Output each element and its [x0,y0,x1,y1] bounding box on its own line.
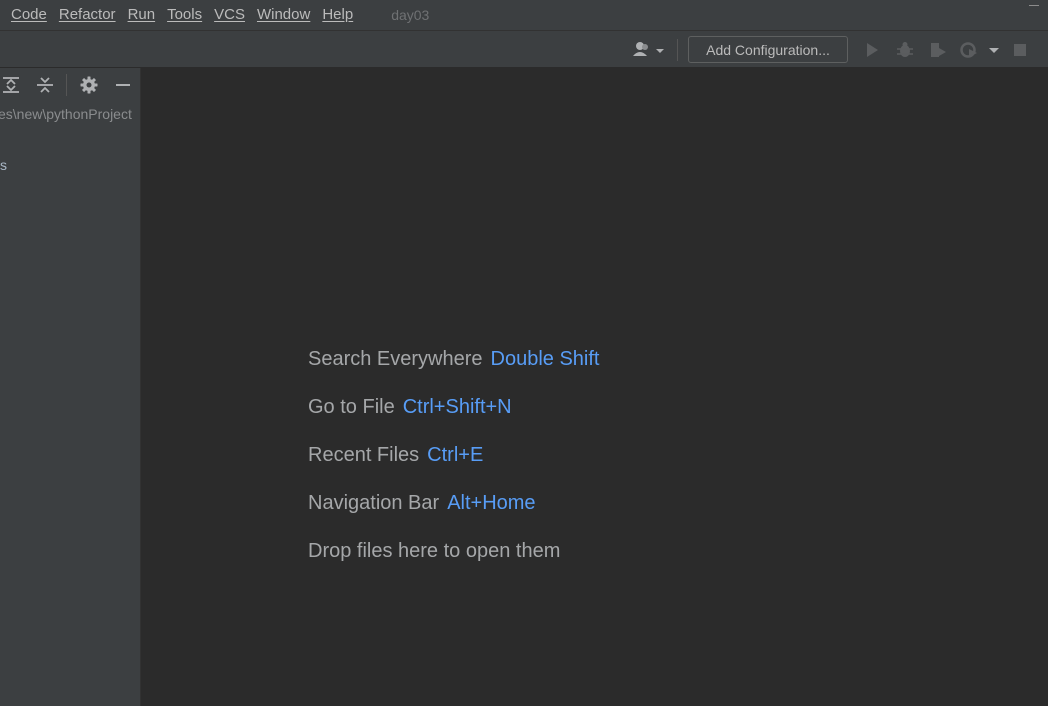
menu-window[interactable]: Window [251,0,316,30]
hint-label: Search Everywhere [308,348,483,370]
menu-refactor[interactable]: Refactor [53,0,122,30]
stop-icon[interactable] [1011,41,1029,59]
sidebar-toolbar-divider [66,74,67,96]
debug-icon[interactable] [896,41,914,59]
minimize-icon[interactable] [1029,5,1039,6]
hint-shortcut: Ctrl+Shift+N [402,396,512,418]
project-tool-window-toolbar [0,68,141,100]
hint-shortcut: Ctrl+E [427,444,484,466]
hint-drop-files: Drop files here to open them [308,539,600,587]
menu-vcs[interactable]: VCS [208,0,251,30]
hint-label: Recent Files [308,444,420,466]
editor-empty-area[interactable]: Search Everywhere Double Shift Go to File… [141,68,1048,706]
hide-icon[interactable] [113,75,133,95]
coverage-icon[interactable] [929,41,947,59]
user-icon[interactable] [632,40,666,60]
hint-shortcut: Alt+Home [447,492,536,514]
hint-navigation-bar: Navigation Bar Alt+Home [308,491,600,539]
toolbar-divider [677,39,678,61]
hint-go-to-file: Go to File Ctrl+Shift+N [308,395,600,443]
drop-files-text: Drop files here to open them [308,540,561,562]
menu-run[interactable]: Run [122,0,162,30]
hint-shortcut: Double Shift [490,348,600,370]
expand-all-icon[interactable] [1,75,21,95]
run-dropdown-chevron-icon[interactable] [985,41,1003,59]
menu-bar: Code Refactor Run Tools VCS Window Help … [0,0,1048,30]
menu-code[interactable]: Code [0,0,53,30]
gear-icon[interactable] [79,75,99,95]
menu-tools[interactable]: Tools [161,0,208,30]
project-tool-window: es\new\pythonProject s [0,68,141,706]
main-toolbar: Add Configuration... [0,30,1048,68]
profile-icon[interactable] [960,41,978,59]
hint-search-everywhere: Search Everywhere Double Shift [308,347,600,395]
menu-help[interactable]: Help [316,0,359,30]
run-icon[interactable] [863,41,881,59]
hint-recent-files: Recent Files Ctrl+E [308,443,600,491]
project-tree-item[interactable]: s [0,157,7,173]
add-configuration-button[interactable]: Add Configuration... [688,36,848,63]
hint-label: Go to File [308,396,395,418]
editor-hints: Search Everywhere Double Shift Go to File… [308,347,600,587]
project-title: day03 [391,7,430,23]
project-path: es\new\pythonProject [0,106,132,122]
collapse-all-icon[interactable] [35,75,55,95]
hint-label: Navigation Bar [308,492,440,514]
